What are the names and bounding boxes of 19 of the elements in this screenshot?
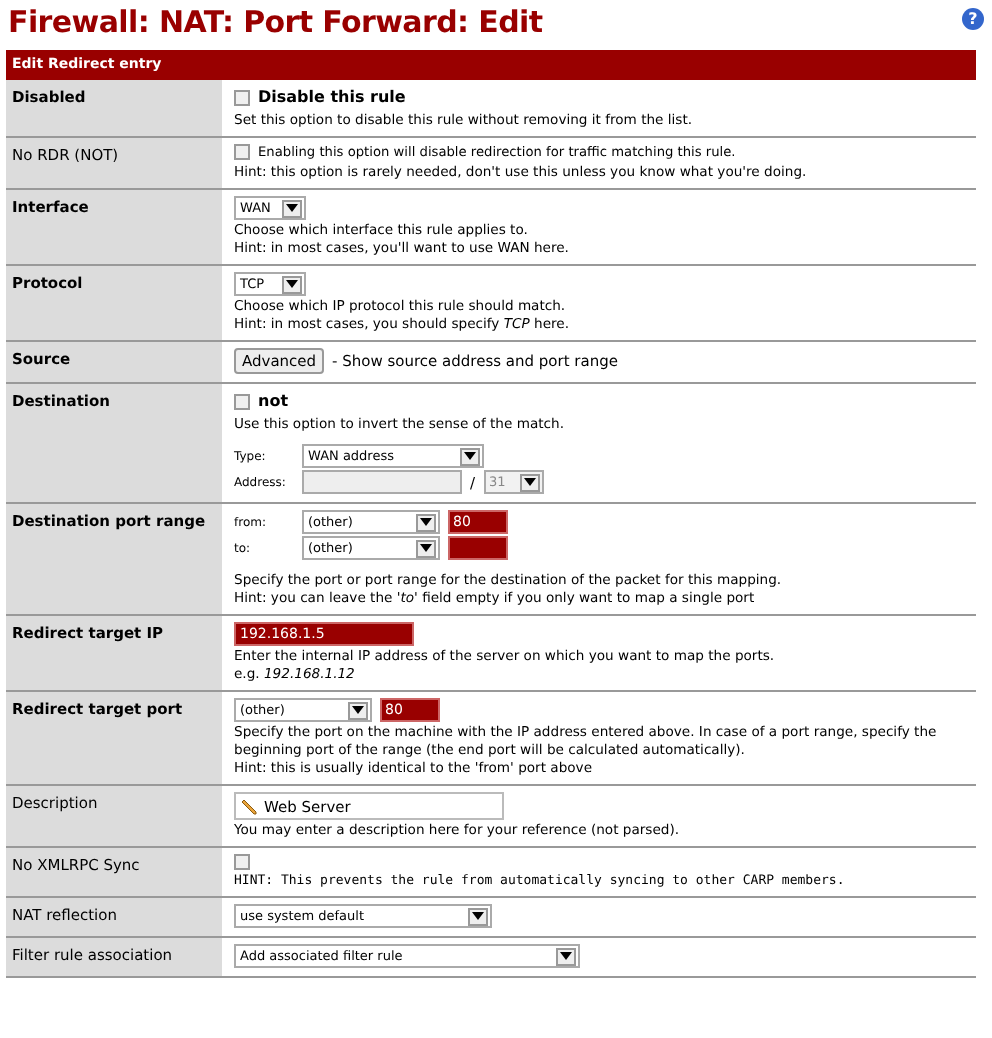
caret-icon: [419, 544, 431, 553]
checkbox-label: not: [258, 390, 289, 415]
checkbox[interactable]: [234, 854, 250, 871]
pencil-icon: [240, 797, 258, 816]
checkbox[interactable]: [234, 144, 250, 161]
page-title: Firewall: NAT: Port Forward: Edit: [8, 2, 543, 44]
caret-icon: [472, 912, 484, 921]
caret-icon: [463, 452, 475, 461]
caret-icon: [286, 204, 298, 213]
caret-icon: [523, 478, 536, 487]
caret-icon: [351, 706, 363, 715]
help-icon[interactable]: ?: [962, 8, 984, 30]
checkbox-label: Disable this rule: [258, 85, 406, 109]
checkbox[interactable]: [234, 394, 250, 411]
checkbox[interactable]: [234, 89, 250, 105]
input-field[interactable]: [447, 536, 507, 561]
caret-icon: [286, 280, 298, 289]
caret-icon: [560, 952, 572, 961]
caret-icon: [419, 518, 431, 527]
